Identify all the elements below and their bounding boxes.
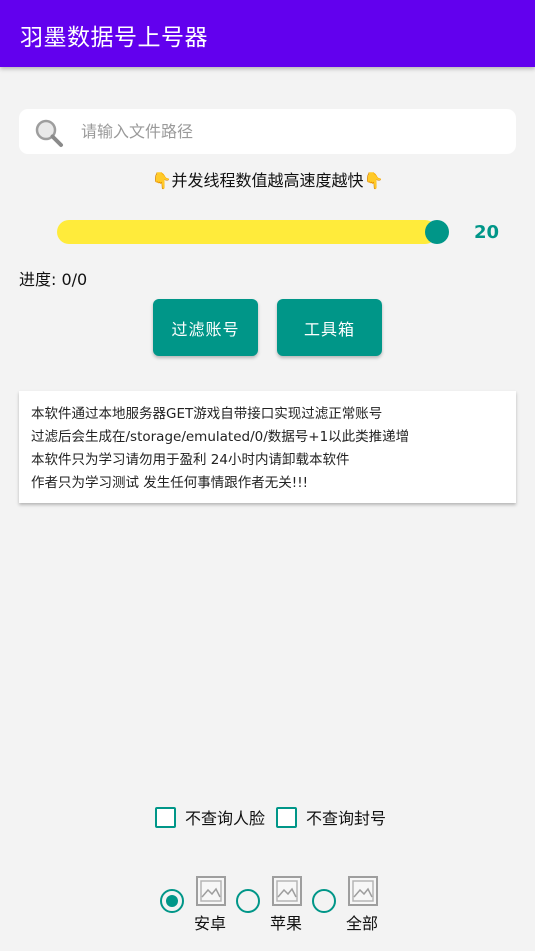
all-radio[interactable] bbox=[312, 889, 336, 913]
search-icon bbox=[35, 119, 63, 147]
ios-radio[interactable] bbox=[236, 889, 260, 913]
no-ban-label: 不查询封号 bbox=[306, 809, 387, 828]
toolbox-button[interactable]: 工具箱 bbox=[277, 299, 382, 356]
image-placeholder-icon bbox=[196, 876, 226, 906]
all-label: 全部 bbox=[346, 914, 379, 933]
hand-pointing-down-icon: 👇 bbox=[151, 171, 172, 190]
thread-hint-text: 并发线程数值越高速度越快 bbox=[171, 171, 364, 190]
thread-slider-thumb[interactable] bbox=[425, 220, 449, 244]
image-placeholder-icon bbox=[272, 876, 302, 906]
file-path-search[interactable] bbox=[19, 109, 516, 154]
no-ban-option[interactable]: 不查询封号 bbox=[276, 805, 386, 829]
notice-card: 本软件通过本地服务器GET游戏自带接口实现过滤正常账号 过滤后会生成在/stor… bbox=[19, 391, 516, 503]
thread-hint: 👇并发线程数值越高速度越快👇 bbox=[0, 167, 535, 191]
no-face-label: 不查询人脸 bbox=[185, 809, 266, 828]
no-face-checkbox[interactable] bbox=[155, 806, 176, 828]
ios-label: 苹果 bbox=[270, 914, 303, 933]
progress-text: 进度: 0/0 bbox=[19, 270, 88, 289]
notice-line: 作者只为学习测试 发生任何事情跟作者无关!!! bbox=[31, 475, 309, 491]
image-placeholder-icon bbox=[348, 876, 378, 906]
notice-line: 本软件通过本地服务器GET游戏自带接口实现过滤正常账号 bbox=[31, 406, 383, 422]
file-path-input[interactable] bbox=[81, 109, 501, 154]
hand-pointing-down-icon: 👇 bbox=[363, 171, 384, 190]
android-label: 安卓 bbox=[194, 914, 227, 933]
no-face-option[interactable]: 不查询人脸 bbox=[155, 805, 265, 829]
app-bar: 羽墨数据号上号器 bbox=[0, 0, 535, 67]
app-title: 羽墨数据号上号器 bbox=[20, 25, 208, 51]
no-ban-checkbox[interactable] bbox=[276, 806, 297, 828]
notice-line: 过滤后会生成在/storage/emulated/0/数据号+1以此类推递增 bbox=[31, 429, 410, 445]
android-radio[interactable] bbox=[160, 889, 184, 913]
thread-slider-track[interactable] bbox=[57, 220, 437, 244]
filter-accounts-button[interactable]: 过滤账号 bbox=[153, 299, 258, 356]
notice-line: 本软件只为学习请勿用于盈利 24小时内请卸载本软件 bbox=[31, 452, 350, 468]
thread-count-value: 20 bbox=[474, 222, 500, 243]
